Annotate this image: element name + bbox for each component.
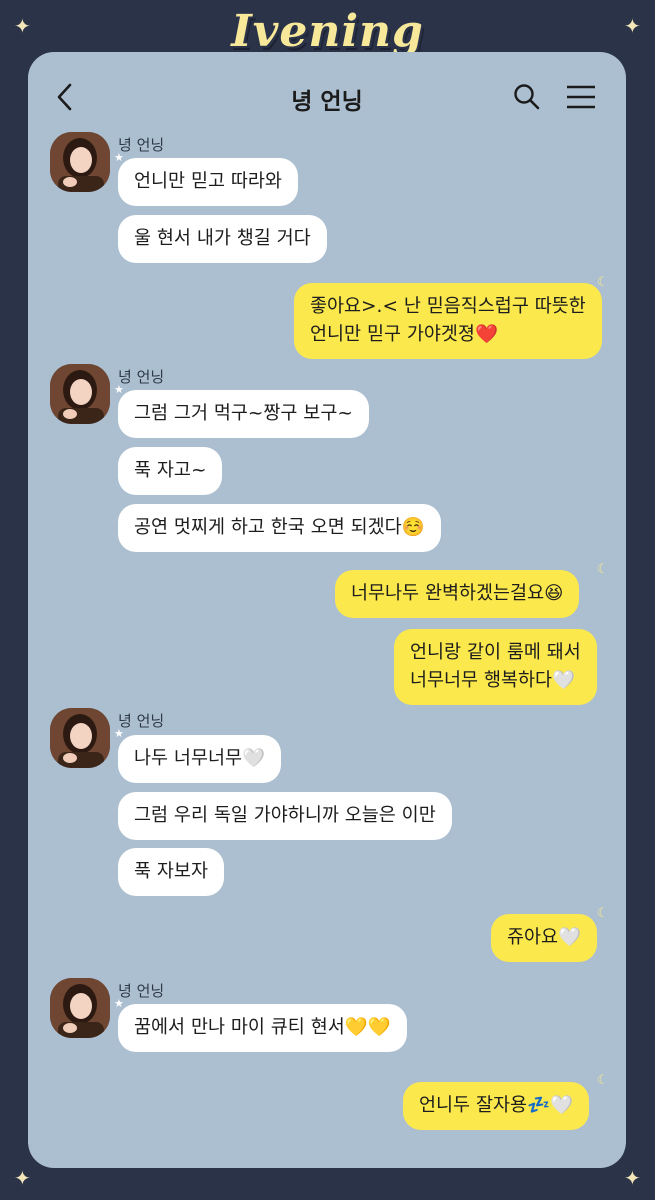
avatar[interactable] bbox=[50, 708, 110, 768]
brand-logo: Ivening bbox=[231, 6, 424, 57]
sender-name: 녕 언닝 bbox=[118, 368, 165, 386]
outgoing-message[interactable]: 쥬아요🤍 bbox=[491, 914, 598, 962]
message-line: 언니만 믿구 가야겟졍❤️ bbox=[310, 324, 498, 345]
avatar[interactable] bbox=[50, 364, 110, 424]
sender-name: 녕 언닝 bbox=[118, 982, 165, 1000]
message-line: 쥬아요🤍 bbox=[507, 927, 582, 948]
incoming-message[interactable]: 나두 너무너무🤍 bbox=[118, 735, 282, 783]
moon-icon: ☾ bbox=[597, 562, 609, 577]
incoming-message[interactable]: 푹 자보자 bbox=[118, 848, 224, 896]
outgoing-message[interactable]: 언니랑 같이 룸메 돼서 너무너무 행복하다🤍 bbox=[394, 629, 597, 705]
message-list[interactable]: ★ 녕 언닝 언니만 믿고 따라와 울 현서 내가 챙길 거다 ☾ 좋아요>.<… bbox=[28, 52, 626, 1168]
moon-icon: ☾ bbox=[597, 275, 609, 290]
outgoing-message[interactable]: 언니두 잘자용💤🤍 bbox=[403, 1082, 590, 1130]
incoming-message[interactable]: 그럼 우리 독일 가야하니까 오늘은 이만 bbox=[118, 792, 452, 840]
moon-icon: ☾ bbox=[597, 906, 609, 921]
avatar[interactable] bbox=[50, 132, 110, 192]
outgoing-message[interactable]: 너무나두 완벽하겠는걸요😆 bbox=[335, 570, 580, 618]
sender-name: 녕 언닝 bbox=[118, 712, 165, 730]
sparkle-icon: ✦ bbox=[624, 1166, 641, 1190]
message-line: 언니두 잘자용💤🤍 bbox=[419, 1095, 574, 1116]
incoming-message[interactable]: 공연 멋찌게 하고 한국 오면 되겠다☺️ bbox=[118, 504, 441, 552]
moon-icon: ☾ bbox=[597, 1073, 609, 1088]
incoming-message[interactable]: 꿈에서 만나 마이 큐티 현서💛💛 bbox=[118, 1004, 407, 1052]
sender-name: 녕 언닝 bbox=[118, 136, 165, 154]
sparkle-icon: ✦ bbox=[14, 1166, 31, 1190]
incoming-message[interactable]: 언니만 믿고 따라와 bbox=[118, 158, 298, 206]
incoming-message[interactable]: 울 현서 내가 챙길 거다 bbox=[118, 215, 327, 263]
message-line: 너무너무 행복하다🤍 bbox=[410, 670, 576, 691]
incoming-message[interactable]: 그럼 그거 먹구~짱구 보구~ bbox=[118, 390, 369, 438]
avatar[interactable] bbox=[50, 978, 110, 1038]
message-line: 좋아요>.< 난 믿음직스럽구 따뜻한 bbox=[310, 296, 586, 317]
incoming-message[interactable]: 푹 자고~ bbox=[118, 447, 223, 495]
message-line: 너무나두 완벽하겠는걸요😆 bbox=[351, 583, 564, 604]
chat-window: 녕 언닝 ★ 녕 언닝 언니만 믿고 따라와 울 현서 내가 챙길 거다 ☾ 좋… bbox=[28, 52, 626, 1168]
message-line: 언니랑 같이 룸메 돼서 bbox=[410, 642, 581, 663]
outgoing-message[interactable]: 좋아요>.< 난 믿음직스럽구 따뜻한 언니만 믿구 가야겟졍❤️ bbox=[294, 283, 602, 359]
